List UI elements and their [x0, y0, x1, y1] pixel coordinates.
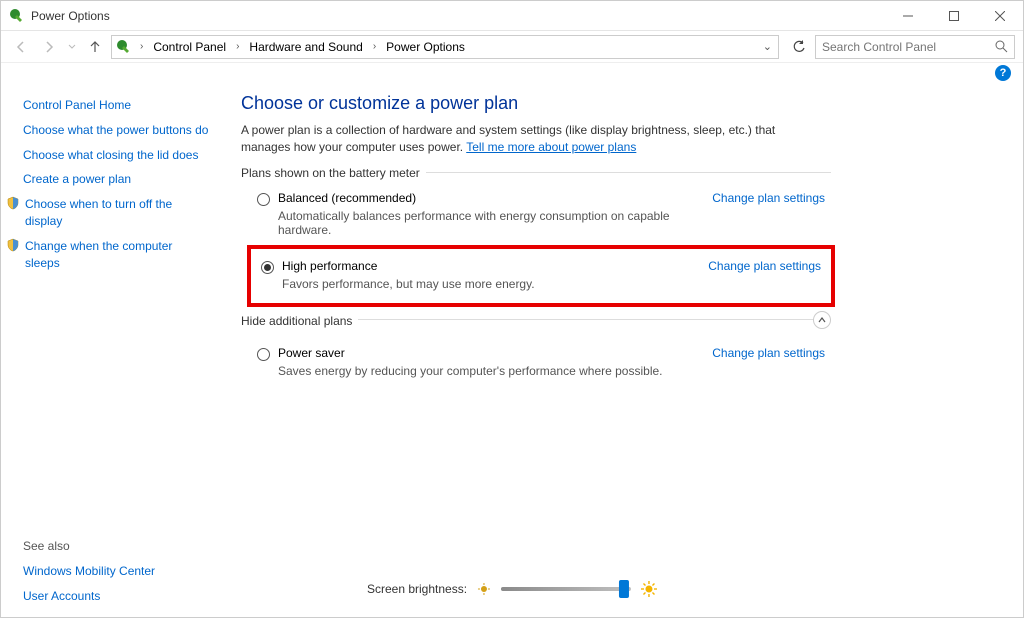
window-title: Power Options: [31, 9, 110, 23]
help-icon[interactable]: ?: [995, 65, 1011, 81]
plan-name: High performance: [282, 259, 700, 273]
plan-name: Balanced (recommended): [278, 191, 704, 205]
chevron-down-icon[interactable]: ⌄: [759, 40, 776, 53]
sidebar: Control Panel Home Choose what the power…: [1, 83, 221, 617]
breadcrumb-root-icon[interactable]: [114, 39, 134, 55]
breadcrumb-item[interactable]: Hardware and Sound: [245, 40, 366, 54]
collapse-button[interactable]: [813, 311, 831, 329]
close-button[interactable]: [977, 1, 1023, 31]
change-plan-settings-link[interactable]: Change plan settings: [712, 191, 825, 205]
sun-dim-icon: [477, 582, 491, 596]
sun-bright-icon: [641, 581, 657, 597]
plan-power-saver: Power saver Saves energy by reducing you…: [241, 342, 831, 386]
brightness-slider[interactable]: [501, 587, 631, 591]
search-icon[interactable]: [995, 40, 1008, 53]
forward-button[interactable]: [37, 35, 61, 59]
address-bar: › Control Panel › Hardware and Sound › P…: [1, 31, 1023, 63]
recent-dropdown[interactable]: [65, 35, 79, 59]
learn-more-link[interactable]: Tell me more about power plans: [466, 140, 636, 154]
slider-thumb[interactable]: [619, 580, 629, 598]
radio-power-saver[interactable]: [257, 348, 270, 361]
see-also-link[interactable]: Windows Mobility Center: [23, 559, 209, 584]
chevron-up-icon: [817, 315, 827, 325]
brightness-row: Screen brightness:: [367, 581, 657, 597]
sidebar-link[interactable]: Choose what the power buttons do: [23, 118, 209, 143]
sidebar-link[interactable]: Create a power plan: [23, 167, 209, 192]
search-input[interactable]: [822, 40, 982, 54]
breadcrumb-item[interactable]: Power Options: [382, 40, 469, 54]
back-button[interactable]: [9, 35, 33, 59]
intro-text: A power plan is a collection of hardware…: [241, 122, 821, 156]
plan-desc: Automatically balances performance with …: [278, 209, 704, 237]
sidebar-link[interactable]: Change when the computer sleeps: [25, 234, 209, 276]
plan-desc: Saves energy by reducing your computer's…: [278, 364, 704, 378]
plan-balanced: Balanced (recommended) Automatically bal…: [251, 187, 831, 245]
plan-high-performance: High performance Favors performance, but…: [247, 245, 835, 307]
breadcrumb[interactable]: › Control Panel › Hardware and Sound › P…: [111, 35, 779, 59]
breadcrumb-item[interactable]: Control Panel: [149, 40, 230, 54]
group-label: Plans shown on the battery meter: [241, 166, 426, 180]
shield-icon: [5, 237, 21, 253]
titlebar: Power Options: [1, 1, 1023, 31]
see-also-link[interactable]: User Accounts: [23, 584, 209, 609]
search-box[interactable]: [815, 35, 1015, 59]
change-plan-settings-link[interactable]: Change plan settings: [712, 346, 825, 360]
main-content: Choose or customize a power plan A power…: [221, 83, 1023, 617]
sidebar-link[interactable]: Choose what closing the lid does: [23, 143, 209, 168]
app-icon: [9, 8, 25, 24]
sidebar-link[interactable]: Choose when to turn off the display: [25, 192, 209, 234]
additional-plans-toggle-row: Hide additional plans: [241, 319, 831, 338]
up-button[interactable]: [83, 35, 107, 59]
page-heading: Choose or customize a power plan: [241, 93, 1003, 114]
radio-balanced[interactable]: [257, 193, 270, 206]
maximize-button[interactable]: [931, 1, 977, 31]
refresh-button[interactable]: [787, 35, 811, 59]
radio-high-performance[interactable]: [261, 261, 274, 274]
see-also-header: See also: [23, 535, 209, 559]
plan-name: Power saver: [278, 346, 704, 360]
chevron-right-icon[interactable]: ›: [232, 41, 243, 52]
collapse-label: Hide additional plans: [241, 314, 358, 328]
plan-desc: Favors performance, but may use more ene…: [282, 277, 700, 291]
brightness-label: Screen brightness:: [367, 582, 467, 596]
control-panel-home-link[interactable]: Control Panel Home: [23, 93, 209, 118]
plans-group: Plans shown on the battery meter Balance…: [241, 172, 831, 307]
shield-icon: [5, 195, 21, 211]
chevron-right-icon[interactable]: ›: [369, 41, 380, 52]
change-plan-settings-link[interactable]: Change plan settings: [708, 259, 821, 273]
chevron-right-icon[interactable]: ›: [136, 41, 147, 52]
minimize-button[interactable]: [885, 1, 931, 31]
